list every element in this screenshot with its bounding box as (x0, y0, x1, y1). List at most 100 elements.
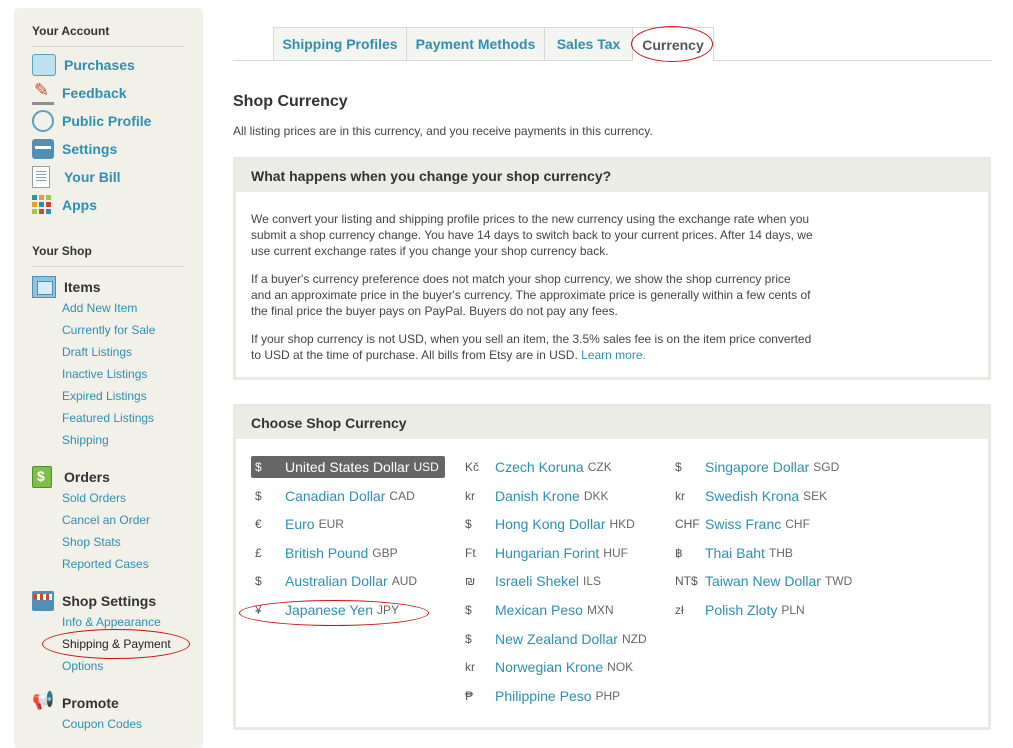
currency-name: Taiwan New Dollar (705, 573, 821, 589)
currency-option-jpy[interactable]: ¥ Japanese Yen JPY (251, 599, 399, 621)
currency-option-czk[interactable]: Kč Czech Koruna CZK (461, 456, 612, 478)
orders-icon (32, 466, 52, 488)
currency-name: Israeli Shekel (495, 573, 580, 589)
currency-symbol: £ (255, 546, 262, 560)
currency-option-twd[interactable]: NT$ Taiwan New Dollar TWD (671, 570, 852, 592)
currency-code: ILS (583, 574, 602, 588)
sidebar-item-public-profile[interactable]: Public Profile (32, 110, 151, 132)
currency-name: Danish Krone (495, 488, 580, 504)
currency-name: Japanese Yen (285, 602, 373, 618)
sidebar-item-label: Purchases (64, 57, 135, 73)
sidebar-link-inactive-listings[interactable]: Inactive Listings (62, 367, 147, 381)
sidebar-link-add-new-item[interactable]: Add New Item (62, 301, 137, 315)
currency-name: Swedish Krona (705, 488, 800, 504)
sidebar-link-sold-orders[interactable]: Sold Orders (62, 491, 126, 505)
currency-option-eur[interactable]: € Euro EUR (251, 513, 344, 535)
info-paragraph-text: If your shop currency is not USD, when y… (251, 332, 812, 362)
currency-symbol: $ (255, 460, 262, 474)
currency-option-ils[interactable]: ₪ Israeli Shekel ILS (461, 570, 601, 592)
currency-panel: Choose Shop Currency $ United States Doll… (233, 404, 991, 730)
sidebar-item-settings[interactable]: Settings (32, 138, 117, 160)
currency-name: Philippine Peso (495, 688, 592, 704)
currency-option-nok[interactable]: kr Norwegian Krone NOK (461, 656, 633, 678)
sidebar-group-shop-settings[interactable]: Shop Settings (32, 590, 156, 612)
currency-symbol: $ (255, 489, 262, 503)
currency-option-php[interactable]: ₱ Philippine Peso PHP (461, 685, 620, 707)
currency-option-huf[interactable]: Ft Hungarian Forint HUF (461, 542, 628, 564)
sidebar-link-shipping-payment[interactable]: Shipping & Payment (62, 637, 171, 651)
currency-name: New Zealand Dollar (495, 631, 618, 647)
sidebar-group-items[interactable]: Items (32, 276, 101, 298)
sidebar-item-label: Your Bill (64, 169, 121, 185)
items-icon (32, 276, 56, 298)
currency-code: SEK (803, 489, 828, 503)
sidebar-item-label: Settings (62, 141, 118, 157)
currency-option-aud[interactable]: $ Australian Dollar AUD (251, 570, 417, 592)
currency-symbol: CHF (675, 517, 700, 531)
sidebar-link-cancel-order[interactable]: Cancel an Order (62, 513, 150, 527)
currency-name: Canadian Dollar (285, 488, 386, 504)
currency-option-usd[interactable]: $ United States Dollar USD (251, 456, 445, 478)
currency-code: NOK (607, 660, 634, 674)
currency-name: United States Dollar (285, 459, 410, 475)
currency-symbol: $ (465, 517, 472, 531)
currency-name: Norwegian Krone (495, 659, 604, 675)
sidebar-link-options[interactable]: Options (62, 659, 103, 673)
sidebar-item-your-bill[interactable]: Your Bill (32, 166, 121, 188)
sidebar-item-apps[interactable]: Apps (32, 194, 97, 216)
currency-symbol: ₱ (465, 689, 474, 703)
currency-option-sek[interactable]: kr Swedish Krona SEK (671, 485, 827, 507)
sidebar-item-label: Public Profile (62, 113, 152, 129)
currency-code: CAD (389, 489, 415, 503)
currency-code: TWD (824, 574, 853, 588)
currency-name: Hong Kong Dollar (495, 516, 606, 532)
currency-option-cad[interactable]: $ Canadian Dollar CAD (251, 485, 415, 507)
tab-payment-methods[interactable]: Payment Methods (406, 27, 545, 60)
sidebar-link-shop-stats[interactable]: Shop Stats (62, 535, 121, 549)
sidebar-link-coupon-codes[interactable]: Coupon Codes (62, 717, 142, 731)
page-subtitle: All listing prices are in this currency,… (233, 124, 653, 138)
sidebar-group-label: Items (64, 279, 101, 295)
info-paragraph: We convert your listing and shipping pro… (251, 212, 813, 258)
currency-symbol: $ (255, 574, 262, 588)
tab-shipping-profiles[interactable]: Shipping Profiles (273, 27, 407, 60)
currency-option-sgd[interactable]: $ Singapore Dollar SGD (671, 456, 839, 478)
info-paragraph-fees: If your shop currency is not USD, when y… (251, 331, 816, 363)
tab-currency[interactable]: Currency (632, 27, 714, 61)
learn-more-link[interactable]: Learn more. (581, 348, 646, 362)
sidebar-link-reported-cases[interactable]: Reported Cases (62, 557, 149, 571)
currency-code: JPY (376, 603, 399, 617)
sidebar-group-orders[interactable]: Orders (32, 466, 110, 488)
divider (32, 266, 184, 267)
currency-symbol: zł (675, 603, 684, 617)
sidebar-group-promote[interactable]: Promote (32, 690, 119, 714)
sidebar-link-expired-listings[interactable]: Expired Listings (62, 389, 147, 403)
currency-code: HKD (609, 517, 635, 531)
sidebar-item-feedback[interactable]: Feedback (32, 80, 127, 105)
sidebar-item-purchases[interactable]: Purchases (32, 54, 135, 76)
sidebar-link-draft-listings[interactable]: Draft Listings (62, 345, 132, 359)
currency-option-mxn[interactable]: $ Mexican Peso MXN (461, 599, 614, 621)
currency-option-gbp[interactable]: £ British Pound GBP (251, 542, 398, 564)
currency-name: Mexican Peso (495, 602, 583, 618)
sidebar-link-shipping[interactable]: Shipping (62, 433, 109, 447)
currency-code: AUD (391, 574, 418, 588)
currency-symbol: Ft (465, 546, 476, 560)
currency-option-thb[interactable]: ฿ Thai Baht THB (671, 542, 793, 564)
currency-symbol: $ (465, 603, 472, 617)
sidebar-link-currently-for-sale[interactable]: Currently for Sale (62, 323, 155, 337)
currency-option-chf[interactable]: CHF Swiss Franc CHF (671, 513, 810, 535)
sidebar-link-info-appearance[interactable]: Info & Appearance (62, 615, 161, 629)
currency-option-pln[interactable]: zł Polish Zloty PLN (671, 599, 805, 621)
currency-code: SGD (813, 460, 840, 474)
sidebar-link-featured-listings[interactable]: Featured Listings (62, 411, 154, 425)
currency-option-nzd[interactable]: $ New Zealand Dollar NZD (461, 628, 647, 650)
tab-sales-tax[interactable]: Sales Tax (544, 27, 633, 60)
megaphone-icon (32, 690, 54, 713)
currency-option-dkk[interactable]: kr Danish Krone DKK (461, 485, 609, 507)
currency-option-hkd[interactable]: $ Hong Kong Dollar HKD (461, 513, 635, 535)
currency-name: Singapore Dollar (705, 459, 810, 475)
feedback-icon (32, 80, 54, 105)
currency-code: MXN (586, 603, 614, 617)
currency-symbol: $ (675, 460, 682, 474)
